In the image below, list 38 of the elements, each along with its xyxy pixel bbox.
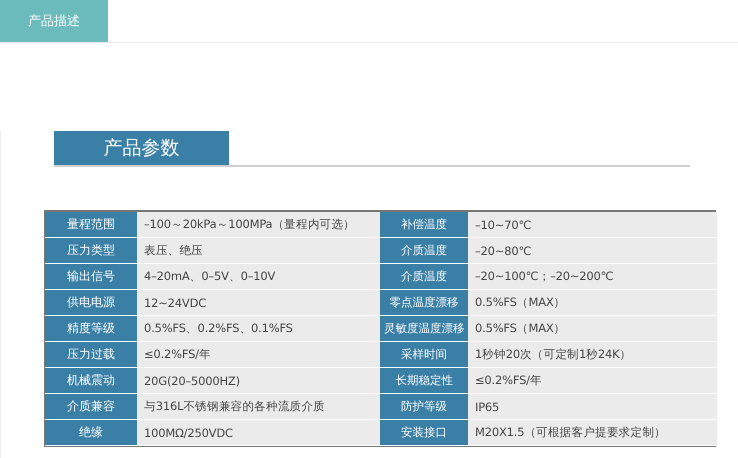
- param-label: 长期稳定性: [380, 368, 468, 394]
- tab[interactable]: 产品描述: [0, 0, 108, 42]
- param-value: –20~80℃: [468, 238, 717, 264]
- param-label: 防护等级: [380, 394, 468, 420]
- param-value: –100～20kPa～100MPa（量程内可选）: [137, 212, 380, 238]
- param-label: 绝缘: [45, 420, 137, 446]
- param-label: 补偿温度: [380, 212, 468, 238]
- param-value: IP65: [468, 394, 717, 420]
- param-value: 0.5%FS（MAX）: [468, 316, 717, 342]
- param-value: 100MΩ/250VDC: [137, 420, 380, 446]
- param-value: 20G(20–5000HZ): [137, 368, 380, 394]
- param-value: 4–20mA、0–5V、0–10V: [137, 264, 380, 290]
- param-value: –10~70℃: [468, 212, 717, 238]
- param-label: 机械震动: [45, 368, 137, 394]
- param-value: ≤0.2%FS/年: [137, 342, 380, 368]
- param-label: 介质温度: [380, 264, 468, 290]
- param-value: 1秒钟20次（可定制1秒24K）: [468, 342, 717, 368]
- param-value: 0.5%FS（MAX）: [468, 290, 717, 316]
- param-label: 输出信号: [45, 264, 137, 290]
- param-label: 量程范围: [45, 212, 137, 238]
- param-value: 12~24VDC: [137, 290, 380, 316]
- param-value: 0.5%FS、0.2%FS、0.1%FS: [137, 316, 380, 342]
- param-value: –20~100℃；–20~200℃: [468, 264, 717, 290]
- param-label: 零点温度漂移: [380, 290, 468, 316]
- param-label: 介质兼容: [45, 394, 137, 420]
- param-label: 压力类型: [45, 238, 137, 264]
- param-label: 安装接口: [380, 420, 468, 446]
- param-label: 精度等级: [45, 316, 137, 342]
- param-value: ≤0.2%FS/年: [468, 368, 717, 394]
- param-value: 与316L不锈钢兼容的各种流质介质: [137, 394, 380, 420]
- param-label: 灵敏度温度漂移: [380, 316, 468, 342]
- param-label: 采样时间: [380, 342, 468, 368]
- param-label: 压力过载: [45, 342, 137, 368]
- param-label: 介质温度: [380, 238, 468, 264]
- section-title: 产品参数: [54, 131, 229, 165]
- param-value: M20X1.5（可根据客户提要求定制）: [468, 420, 717, 446]
- param-value: 表压、绝压: [137, 238, 380, 264]
- param-label: 供电电源: [45, 290, 137, 316]
